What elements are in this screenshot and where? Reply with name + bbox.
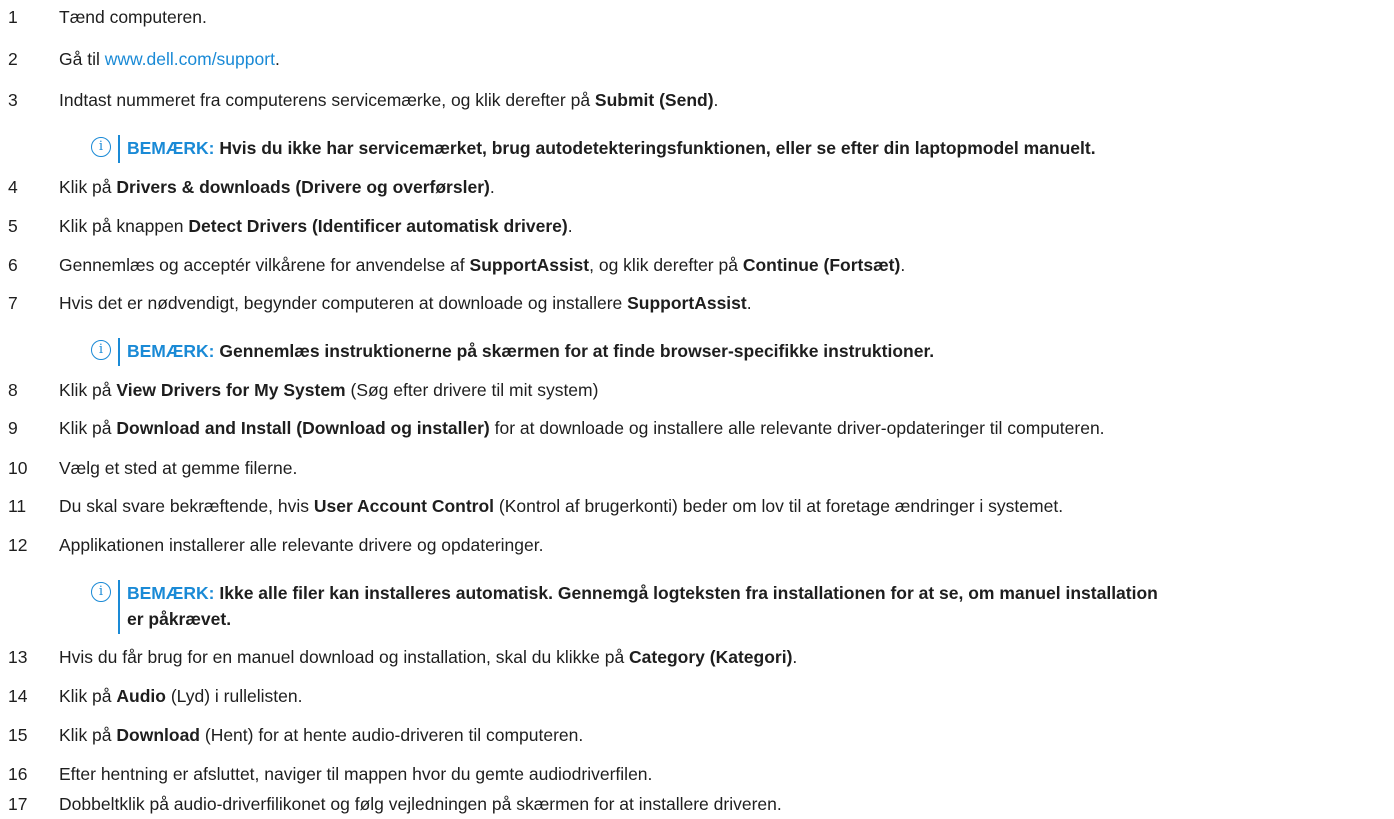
step-number: 7: [8, 293, 18, 313]
info-icon: i: [91, 582, 111, 602]
step-number: 15: [8, 725, 28, 745]
step-text: Hvis det er nødvendigt, begynder compute…: [59, 293, 752, 313]
step-text: Gå til www.dell.com/support.: [59, 49, 280, 69]
step-number: 9: [8, 418, 18, 438]
step-text: Klik på Drivers & downloads (Drivere og …: [59, 177, 495, 197]
note-label: BEMÆRK:: [127, 341, 215, 361]
note-1: i BEMÆRK: Hvis du ikke har servicemærket…: [91, 135, 1391, 163]
note-line: BEMÆRK: Ikke alle filer kan installeres …: [127, 580, 1158, 606]
step-text: Gennemlæs og acceptér vilkårene for anve…: [59, 255, 906, 275]
step-number: 8: [8, 380, 18, 400]
note-divider: [118, 338, 120, 366]
step-number: 2: [8, 49, 18, 69]
step-number: 4: [8, 177, 18, 197]
step-text: Du skal svare bekræftende, hvis User Acc…: [59, 496, 1064, 516]
note-divider: [118, 580, 120, 634]
step-text: Vælg et sted at gemme filerne.: [59, 458, 298, 478]
note-3: i BEMÆRK: Ikke alle filer kan installere…: [91, 580, 1391, 634]
note-text: Gennemlæs instruktionerne på skærmen for…: [219, 341, 935, 361]
step-number: 14: [8, 686, 28, 706]
note-label: BEMÆRK:: [127, 138, 215, 158]
step-text: Applikationen installerer alle relevante…: [59, 535, 544, 555]
note-2: i BEMÆRK: Gennemlæs instruktionerne på s…: [91, 338, 1391, 366]
step-text: Klik på Download and Install (Download o…: [59, 418, 1105, 438]
note-line: er påkrævet.: [127, 609, 232, 629]
step-number: 10: [8, 458, 28, 478]
step-text: Klik på Download (Hent) for at hente aud…: [59, 725, 584, 745]
note-body: BEMÆRK: Gennemlæs instruktionerne på skæ…: [127, 338, 934, 364]
step-number: 6: [8, 255, 18, 275]
info-icon: i: [91, 137, 111, 157]
note-text: Hvis du ikke har servicemærket, brug aut…: [219, 138, 1096, 158]
step-number: 1: [8, 7, 18, 27]
step-number: 13: [8, 647, 28, 667]
step-text: Klik på knappen Detect Drivers (Identifi…: [59, 216, 573, 236]
step-text: Tænd computeren.: [59, 7, 207, 27]
step-text: Klik på Audio (Lyd) i rullelisten.: [59, 686, 303, 706]
step-number: 17: [8, 794, 28, 814]
step-text: Indtast nummeret fra computerens service…: [59, 90, 719, 110]
step-number: 12: [8, 535, 28, 555]
step-text: Efter hentning er afsluttet, naviger til…: [59, 764, 653, 784]
note-body: BEMÆRK: Ikke alle filer kan installeres …: [127, 580, 1158, 632]
note-divider: [118, 135, 120, 163]
step-text: Hvis du får brug for en manuel download …: [59, 647, 798, 667]
note-body: BEMÆRK: Hvis du ikke har servicemærket, …: [127, 135, 1096, 161]
instruction-document: 1 Tænd computeren. 2 Gå til www.dell.com…: [0, 0, 1394, 819]
dell-support-link[interactable]: www.dell.com/support: [105, 49, 275, 69]
step-number: 5: [8, 216, 18, 236]
step-number: 16: [8, 764, 28, 784]
note-label: BEMÆRK:: [127, 583, 215, 603]
step-number: 11: [8, 496, 27, 516]
info-icon: i: [91, 340, 111, 360]
step-text: Klik på View Drivers for My System (Søg …: [59, 380, 599, 400]
note-text: Ikke alle filer kan installeres automati…: [219, 583, 1158, 603]
step-text: Dobbeltklik på audio-driverfilikonet og …: [59, 794, 782, 814]
step-number: 3: [8, 90, 18, 110]
